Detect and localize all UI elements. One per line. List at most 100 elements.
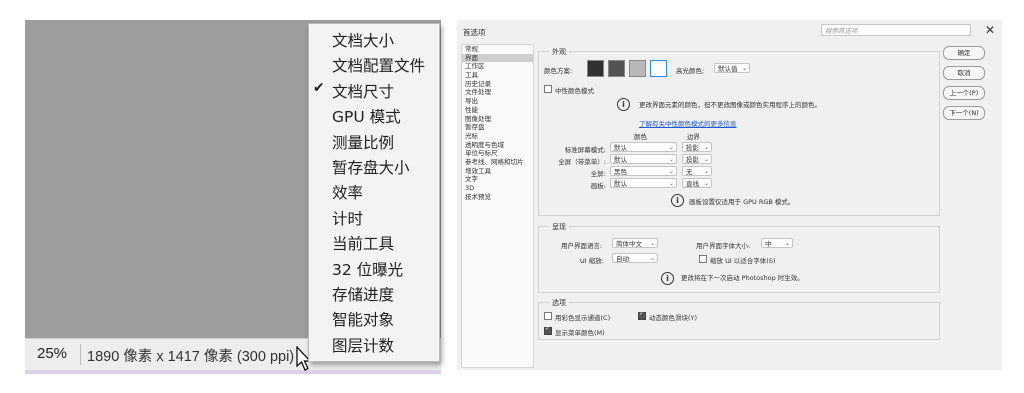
color-scheme-swatch-2[interactable]	[608, 60, 625, 77]
standard-screen-color-value: 默认	[614, 144, 627, 152]
chevron-down-icon: ⌄	[649, 240, 655, 247]
sidebar-item[interactable]: 导出	[462, 97, 533, 106]
menu-item[interactable]: 计时	[309, 206, 439, 230]
neutral-color-mode-label: 中性颜色模式	[555, 87, 594, 95]
chevron-down-icon: ⌄	[784, 240, 790, 247]
search-preferences-input[interactable]: 搜索首选项	[821, 24, 971, 36]
bottom-strip	[25, 370, 441, 374]
ui-font-size-label: 用户界面字体大小:	[696, 242, 751, 250]
sidebar-item[interactable]: 3D	[462, 184, 533, 193]
sidebar-item[interactable]: 工作区	[462, 62, 533, 71]
neutral-mode-info-text: 更改界面元素的颜色，但不更改图像或颜色实用程序上的颜色。	[639, 101, 821, 109]
standard-screen-border-value: 投影	[686, 144, 699, 152]
ok-button[interactable]: 确定	[943, 46, 985, 60]
menu-item[interactable]: 测量比例	[309, 130, 439, 154]
menu-item[interactable]: 效率	[309, 180, 439, 204]
ui-language-label: 用户界面语言:	[561, 242, 603, 250]
previous-button[interactable]: 上一个(P)	[943, 86, 985, 100]
status-info-menu: 文档大小 文档配置文件 ✔ 文档尺寸 GPU 模式测量比例暂存盘大小效率计时当前工具 32…	[308, 23, 440, 362]
appearance-group: 外观 颜色方案: 高光颜色: 默认值 ⌄ 中性颜色模式 i 更改界面元素的颜色，…	[538, 47, 940, 216]
fullscreen-label: 全屏:	[590, 170, 606, 178]
menu-item-label: 测量比例	[332, 133, 395, 152]
color-scheme-swatch-4[interactable]	[650, 60, 667, 77]
sidebar-item[interactable]: 光标	[462, 132, 533, 141]
ui-scale-value: 自动	[616, 255, 629, 263]
sidebar-item[interactable]: 图像处理	[462, 115, 533, 124]
photoshop-document-window: 25% 1890 像素 x 1417 像素 (300 ppi) › 文档大小文档…	[25, 20, 441, 374]
menu-item-label: 暂存盘大小	[332, 159, 410, 177]
sidebar-item[interactable]: 暂存盘	[462, 123, 533, 132]
info-icon: i	[661, 272, 674, 285]
scale-ui-to-font-checkbox[interactable]	[699, 255, 707, 263]
color-channels-checkbox[interactable]	[544, 312, 552, 320]
artboard-color-value: 默认	[614, 180, 627, 188]
menu-item[interactable]: 文档配置文件	[309, 53, 439, 77]
color-column-header: 颜色	[634, 133, 647, 141]
options-group-title: 选项	[549, 298, 569, 308]
menu-item[interactable]: 32 位曝光	[309, 257, 439, 281]
menu-item[interactable]: 存储进度	[309, 282, 439, 306]
fullscreen-border-select[interactable]: 无 ⌄	[682, 166, 712, 176]
fullscreen-menu-border-select[interactable]: 投影 ⌄	[682, 154, 712, 164]
sidebar-item[interactable]: 单位与标尺	[462, 149, 533, 158]
color-scheme-swatch-3[interactable]	[629, 60, 646, 77]
fullscreen-color-select[interactable]: 黑色 ⌄	[610, 166, 677, 176]
sidebar-item[interactable]: 常规	[462, 45, 533, 54]
ui-scale-select[interactable]: 自动 ⌄	[612, 253, 658, 263]
sidebar-item[interactable]: 增效工具	[462, 167, 533, 176]
menu-item[interactable]: GPU 模式	[309, 104, 439, 128]
menu-item[interactable]: 暂存盘大小	[309, 155, 439, 179]
neutral-color-mode-checkbox[interactable]	[544, 85, 552, 93]
menu-item[interactable]: ✔ 文档尺寸	[309, 79, 439, 103]
menu-item[interactable]: 文档大小	[309, 28, 439, 52]
chevron-down-icon: ⌄	[741, 65, 747, 72]
chevron-down-icon: ⌄	[668, 144, 674, 151]
menu-item-label: 计时	[332, 209, 364, 228]
checkmark-icon: ✔	[313, 79, 325, 96]
chevron-down-icon: ⌄	[668, 156, 674, 163]
sidebar-item[interactable]: 文件处理	[462, 88, 533, 97]
options-group: 选项 用彩色显示通道(C) 动态颜色滑块(Y) 显示菜单颜色(M)	[538, 298, 940, 340]
chevron-down-icon: ⌄	[668, 180, 674, 187]
document-info: 1890 像素 x 1417 像素 (300 ppi)	[87, 349, 295, 365]
artboard-border-select[interactable]: 直线 ⌄	[682, 178, 712, 188]
fullscreen-menu-label: 全屏（带菜单）:	[558, 158, 606, 166]
color-scheme-swatch-1[interactable]	[587, 60, 604, 77]
standard-screen-color-select[interactable]: 默认 ⌄	[610, 142, 677, 152]
ui-font-size-select[interactable]: 中 ⌄	[761, 238, 793, 248]
ui-language-select[interactable]: 简体中文 ⌄	[612, 238, 658, 248]
sidebar-item[interactable]: 文字	[462, 175, 533, 184]
menu-item[interactable]: 图层计数	[309, 333, 439, 357]
dialog-title: 首选项	[463, 28, 486, 37]
menu-item-label: 效率	[332, 184, 364, 203]
status-divider	[80, 344, 81, 365]
neutral-mode-learn-more-link[interactable]: 了解有关中性颜色模式的更多信息	[639, 118, 737, 128]
sidebar-item[interactable]: 参考线、网格和切片	[462, 158, 533, 167]
next-button[interactable]: 下一个(N)	[943, 106, 985, 120]
dynamic-color-sliders-label: 动态颜色滑块(Y)	[649, 314, 698, 322]
fullscreen-menu-color-value: 默认	[614, 156, 627, 164]
menu-item-label: 智能对象	[332, 311, 395, 330]
fullscreen-border-value: 无	[686, 168, 693, 176]
zoom-level[interactable]: 25%	[37, 345, 67, 362]
chevron-down-icon: ⌄	[703, 180, 709, 187]
menu-item[interactable]: 智能对象	[309, 307, 439, 331]
artboard-color-select[interactable]: 默认 ⌄	[610, 178, 677, 188]
dynamic-color-sliders-checkbox[interactable]	[638, 310, 646, 320]
standard-screen-border-select[interactable]: 投影 ⌄	[682, 142, 712, 152]
menu-colors-checkbox[interactable]	[544, 325, 552, 335]
highlight-color-label: 高光颜色:	[676, 67, 705, 75]
sidebar-item[interactable]: 技术预览	[462, 193, 533, 202]
fullscreen-menu-color-select[interactable]: 默认 ⌄	[610, 154, 677, 164]
sidebar-item[interactable]: 透明度与色域	[462, 141, 533, 150]
highlight-color-select[interactable]: 默认值 ⌄	[714, 63, 750, 73]
menu-item[interactable]: 当前工具	[309, 231, 439, 255]
presentation-group: 呈现 用户界面语言: 简体中文 ⌄ 用户界面字体大小: 中 ⌄ UI 缩放: 自动 ⌄…	[538, 222, 940, 293]
sidebar-item[interactable]: 工具	[462, 71, 533, 80]
standard-screen-label: 标准屏幕模式:	[564, 146, 606, 154]
cancel-button[interactable]: 取消	[943, 66, 985, 80]
menu-item-label: 存储进度	[332, 286, 395, 304]
close-icon[interactable]: ✕	[985, 23, 995, 37]
sidebar-item[interactable]: 性能	[462, 106, 533, 115]
ui-scale-label: UI 缩放:	[580, 257, 604, 265]
